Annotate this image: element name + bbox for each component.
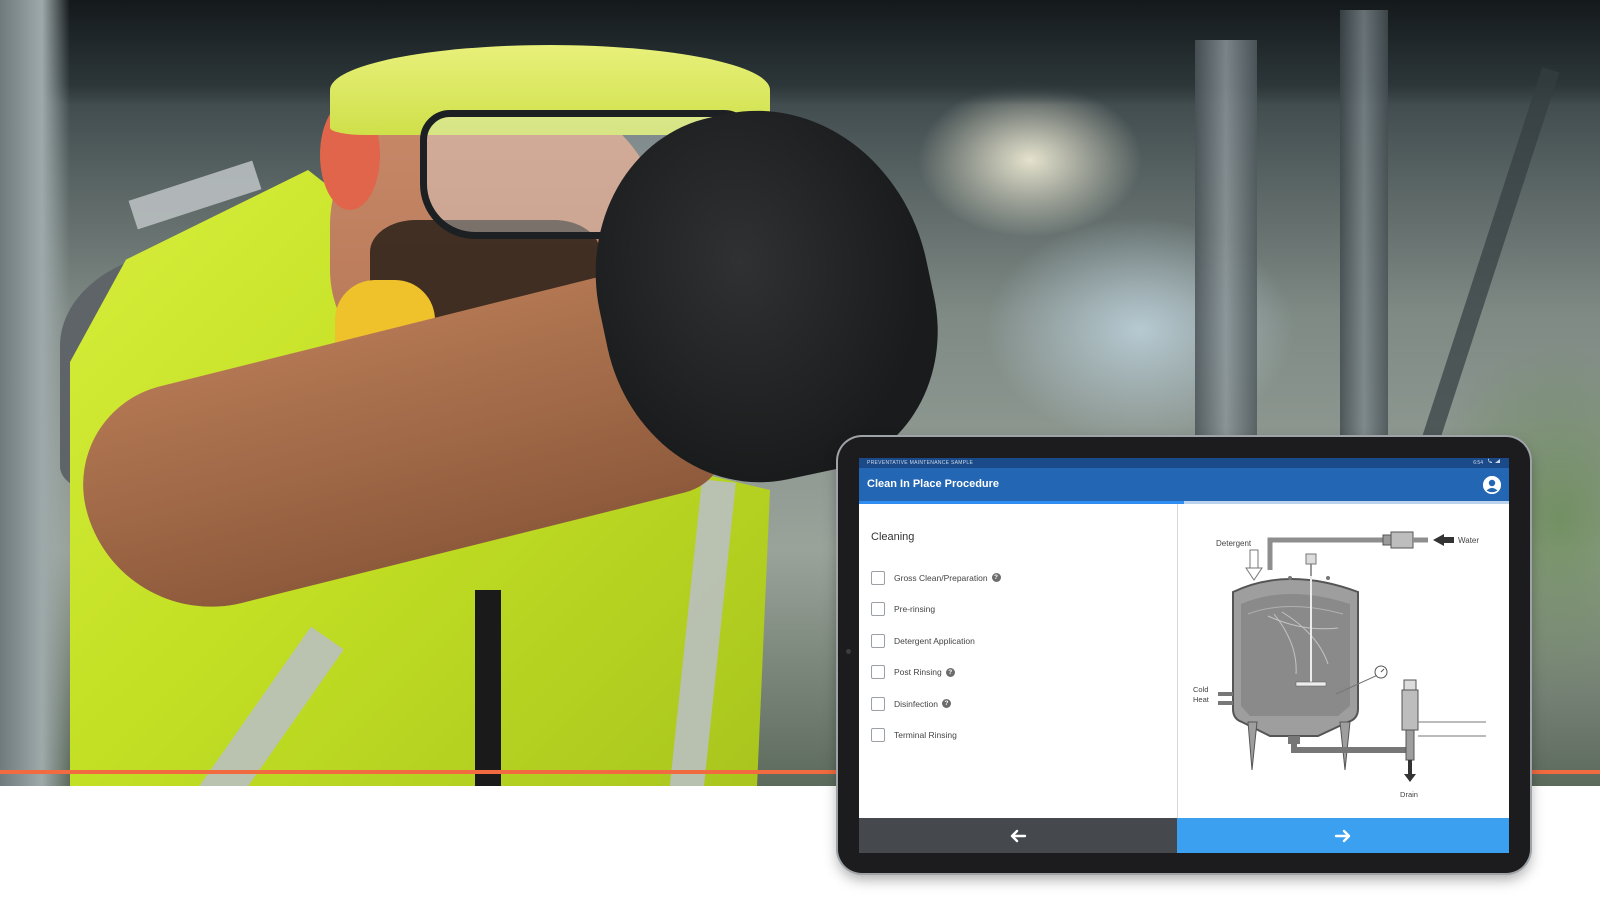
checklist-item-label: Post Rinsing [894,667,942,678]
account-circle-icon[interactable] [1483,476,1501,494]
checklist-item: Pre-rinsing [871,594,1001,626]
wifi-icon [1495,459,1500,463]
diagram-pane: Water Detergent Cold Heat Drain [1178,504,1509,818]
background-pipe [1418,67,1560,453]
checklist-item: Gross Clean/Preparation ? [871,562,1001,594]
phone-icon [1488,458,1500,463]
checklist: Gross Clean/Preparation ? Pre-rinsing De… [871,562,1001,751]
checklist-item: Detergent Application [871,625,1001,657]
checkbox-gross-clean[interactable] [871,570,885,585]
cold-label: Cold [1193,685,1208,694]
detergent-arrow [1245,567,1263,581]
checklist-item-label: Terminal Rinsing [894,730,957,741]
cip-tank-diagram: Water Detergent Cold Heat Drain [1193,531,1486,799]
checklist-item-label: Pre-rinsing [894,604,936,615]
status-icons [1487,458,1501,468]
bottom-nav [859,818,1509,853]
status-bar-title: PREVENTATIVE MAINTENANCE SAMPLE [867,460,974,466]
app-bar: Clean In Place Procedure [859,468,1509,501]
help-icon[interactable]: ? [941,699,951,709]
checkbox-terminal-rinsing[interactable] [871,728,885,743]
next-button[interactable] [1177,818,1509,853]
water-arrow [1433,534,1444,546]
section-title: Cleaning [871,531,915,543]
outlet-valve [1401,689,1419,731]
arrow-right-icon [1334,830,1351,843]
background-pillar [1340,10,1388,440]
checklist-pane: Cleaning Gross Clean/Preparation ? Pre-r… [859,504,1177,818]
tablet-screen: PREVENTATIVE MAINTENANCE SAMPLE 6:54 Cle… [859,458,1509,853]
checklist-item-label: Gross Clean/Preparation [894,572,988,583]
tablet-device: PREVENTATIVE MAINTENANCE SAMPLE 6:54 Cle… [838,437,1530,873]
checklist-item: Post Rinsing ? [871,657,1001,689]
checklist-item: Disinfection ? [871,688,1001,720]
tablet-camera [846,649,851,654]
water-label: Water [1458,536,1479,545]
outlet-pipe [1291,744,1410,753]
checkbox-detergent-application[interactable] [871,633,885,648]
inlet-valve [1390,531,1414,549]
water-inlet-pipe [1267,537,1383,570]
drain-arrow [1404,774,1416,782]
checklist-item: Terminal Rinsing [871,720,1001,752]
status-bar-time: 6:54 [1473,460,1483,466]
arrow-left-icon [1010,830,1027,843]
help-icon[interactable]: ? [945,667,955,677]
help-icon[interactable]: ? [991,573,1001,583]
tank-leg [1247,721,1258,771]
back-button[interactable] [859,818,1177,853]
app-title: Clean In Place Procedure [867,478,1000,490]
checkbox-post-rinsing[interactable] [871,665,885,680]
tank-leg [1339,721,1351,771]
lanyard [475,590,501,786]
checkbox-disinfection[interactable] [871,696,885,711]
drain-label: Drain [1400,790,1418,799]
detergent-label: Detergent [1216,539,1252,548]
status-bar: PREVENTATIVE MAINTENANCE SAMPLE 6:54 [859,458,1509,468]
background-pillar [1195,40,1257,460]
heat-label: Heat [1193,695,1210,704]
checklist-item-label: Detergent Application [894,635,975,646]
checkbox-pre-rinsing[interactable] [871,602,885,617]
checklist-item-label: Disinfection [894,698,938,709]
